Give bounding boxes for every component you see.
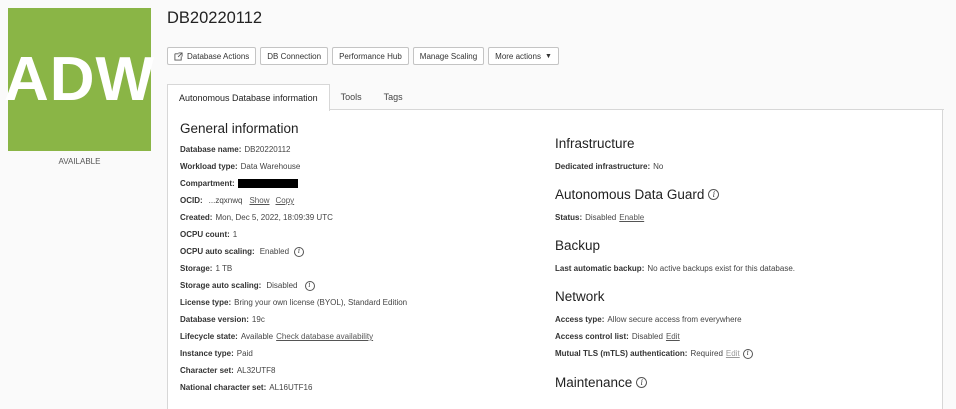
field-character-set: Character set: AL32UTF8 <box>180 366 276 375</box>
tab-tags[interactable]: Tags <box>373 84 414 110</box>
lifecycle-badge: AVAILABLE <box>58 157 101 166</box>
info-icon[interactable]: i <box>304 280 315 291</box>
database-actions-button[interactable]: Database Actions <box>167 47 257 65</box>
more-actions-label: More actions <box>495 51 541 61</box>
info-panel <box>167 110 943 409</box>
logo-text: ADW <box>3 45 156 114</box>
database-actions-label: Database Actions <box>187 51 250 61</box>
mtls-edit-link[interactable]: Edit <box>726 349 740 358</box>
caret-down-icon: ▼ <box>544 52 552 60</box>
section-title-infrastructure: Infrastructure <box>555 136 635 151</box>
section-title-maintenance: Maintenance i <box>555 374 648 391</box>
tab-tools[interactable]: Tools <box>330 84 373 110</box>
field-ocpu-auto-scaling: OCPU auto scaling: Enabled i <box>180 246 305 257</box>
section-title-network: Network <box>555 289 605 304</box>
field-license-type: License type: Bring your own license (BY… <box>180 298 408 307</box>
info-icon[interactable]: i <box>742 348 753 359</box>
section-title-backup: Backup <box>555 238 601 253</box>
tab-label: Tools <box>340 92 362 102</box>
field-mtls-authentication: Mutual TLS (mTLS) authentication: Requir… <box>555 348 753 359</box>
field-ocpu-count: OCPU count: 1 <box>180 230 238 239</box>
performance-hub-label: Performance Hub <box>339 51 402 61</box>
redacted-block <box>237 179 298 188</box>
check-availability-link[interactable]: Check database availability <box>276 332 373 341</box>
section-title-data-guard: Autonomous Data Guard i <box>555 186 720 203</box>
info-icon[interactable]: i <box>708 189 720 200</box>
field-access-control-list: Access control list: Disabled Edit <box>555 332 680 341</box>
info-icon[interactable]: i <box>636 377 648 388</box>
more-actions-button[interactable]: More actions ▼ <box>488 47 559 65</box>
field-access-type: Access type: Allow secure access from ev… <box>555 315 742 324</box>
field-national-character-set: National character set: AL16UTF16 <box>180 383 313 392</box>
db-connection-label: DB Connection <box>267 51 322 61</box>
db-connection-button[interactable]: DB Connection <box>260 47 329 65</box>
field-compartment: Compartment: <box>180 179 298 188</box>
section-title-general: General information <box>180 121 299 136</box>
external-link-icon <box>174 51 183 61</box>
tab-label: Autonomous Database information <box>179 93 318 103</box>
field-storage-auto-scaling: Storage auto scaling: Disabled i <box>180 280 315 291</box>
field-database-version: Database version: 19c <box>180 315 265 324</box>
adw-logo: ADW <box>4 8 154 151</box>
performance-hub-button[interactable]: Performance Hub <box>332 47 409 65</box>
field-created: Created: Mon, Dec 5, 2022, 18:09:39 UTC <box>180 213 333 222</box>
field-database-name: Database name: DB20220112 <box>180 145 291 154</box>
field-workload-type: Workload type: Data Warehouse <box>180 162 301 171</box>
field-last-automatic-backup: Last automatic backup: No active backups… <box>555 264 795 273</box>
acl-edit-link[interactable]: Edit <box>666 332 680 341</box>
field-lifecycle-state: Lifecycle state: Available Check databas… <box>180 332 374 341</box>
data-guard-enable-link[interactable]: Enable <box>619 213 644 222</box>
page-title: DB20220112 <box>167 9 263 27</box>
ocid-show-link[interactable]: Show <box>249 196 269 205</box>
manage-scaling-label: Manage Scaling <box>419 51 478 61</box>
manage-scaling-button[interactable]: Manage Scaling <box>412 47 485 65</box>
field-instance-type: Instance type: Paid <box>180 349 253 358</box>
action-toolbar: Database Actions DB Connection Performan… <box>167 47 559 65</box>
tab-autonomous-database-information[interactable]: Autonomous Database information <box>167 84 330 111</box>
tab-bar: Autonomous Database information Tools Ta… <box>167 84 414 111</box>
field-storage: Storage: 1 TB <box>180 264 233 273</box>
field-ocid: OCID: ...zqxnwq Show Copy <box>180 196 295 205</box>
tab-label: Tags <box>383 92 403 102</box>
field-data-guard-status: Status: Disabled Enable <box>555 213 645 222</box>
field-dedicated-infrastructure: Dedicated infrastructure: No <box>555 162 664 171</box>
info-icon[interactable]: i <box>294 246 305 257</box>
ocid-copy-link[interactable]: Copy <box>275 196 294 205</box>
